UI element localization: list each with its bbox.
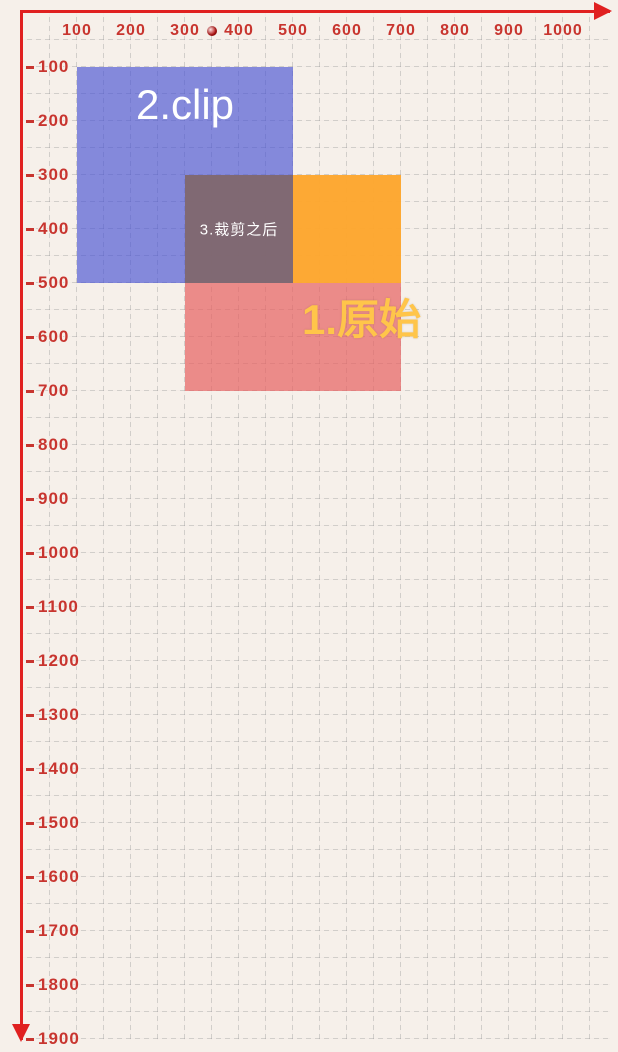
y-tick-label: 900 — [26, 489, 69, 509]
y-tick-label: 1200 — [26, 651, 80, 671]
x-tick-label: 200 — [116, 22, 146, 40]
x-axis-arrow-icon — [594, 2, 612, 20]
x-tick-label: 600 — [332, 22, 362, 40]
y-tick-label: 1900 — [26, 1029, 80, 1049]
y-tick-label: 400 — [26, 219, 69, 239]
y-axis — [20, 10, 23, 1040]
y-tick-label: 600 — [26, 327, 69, 347]
clip-rect-label: 2.clip — [136, 81, 234, 129]
y-tick-label: 200 — [26, 111, 69, 131]
origin-dot-icon — [207, 26, 217, 36]
x-axis — [20, 10, 610, 13]
y-tick-label: 100 — [26, 57, 69, 77]
y-tick-label: 1700 — [26, 921, 80, 941]
y-tick-label: 500 — [26, 273, 69, 293]
y-tick-label: 800 — [26, 435, 69, 455]
y-tick-label: 1000 — [26, 543, 80, 563]
y-tick-label: 1400 — [26, 759, 80, 779]
x-tick-label: 500 — [278, 22, 308, 40]
after-clip-rect: 3.裁剪之后 — [185, 175, 293, 283]
x-tick-label: 300 — [170, 22, 200, 40]
y-tick-label: 1800 — [26, 975, 80, 995]
x-tick-label: 400 — [224, 22, 254, 40]
y-tick-label: 1600 — [26, 867, 80, 887]
x-tick-label: 100 — [62, 22, 92, 40]
x-tick-label: 1000 — [543, 22, 583, 40]
y-tick-label: 1500 — [26, 813, 80, 833]
y-tick-label: 700 — [26, 381, 69, 401]
x-tick-label: 700 — [386, 22, 416, 40]
y-tick-label: 1300 — [26, 705, 80, 725]
original-rect-label: 1.原始 — [302, 286, 421, 347]
x-tick-label: 800 — [440, 22, 470, 40]
y-tick-label: 300 — [26, 165, 69, 185]
y-tick-label: 1100 — [26, 597, 79, 617]
coordinate-stage: 100 200 300 400 500 600 700 800 900 1000 100 200 30… — [20, 10, 610, 1040]
after-clip-rect-label: 3.裁剪之后 — [200, 219, 279, 240]
x-tick-label: 900 — [494, 22, 524, 40]
